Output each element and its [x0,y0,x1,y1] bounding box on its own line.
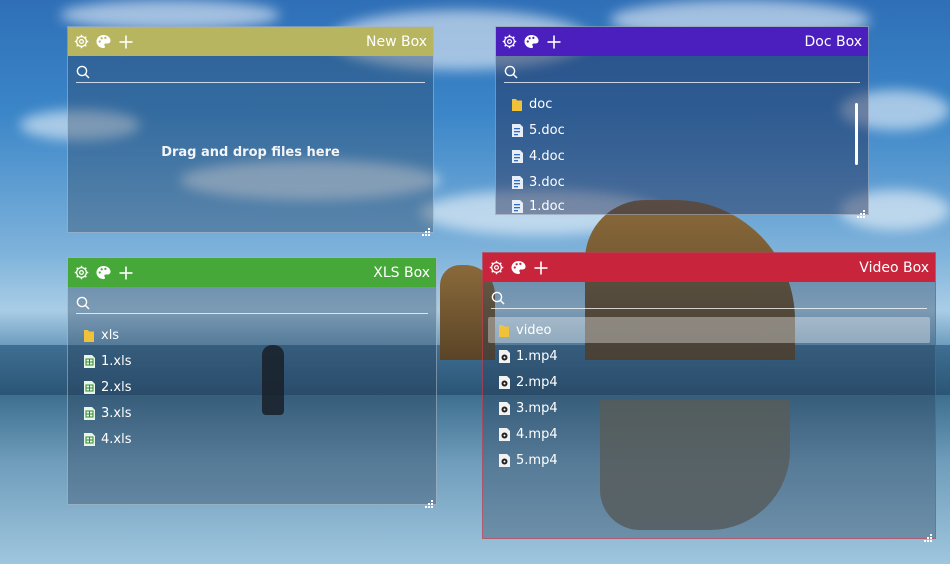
list-item[interactable]: video [488,317,930,343]
xls-file-icon [83,354,95,368]
file-name: 2.xls [101,379,132,395]
file-name: 4.xls [101,431,132,447]
file-name: doc [529,96,553,112]
file-list: xls 1.xls 2.xls 3.xls 4.xls [68,322,436,452]
list-item[interactable]: 1.xls [73,348,431,374]
video-file-icon [498,349,510,363]
list-item[interactable]: xls [73,322,431,348]
file-name: 3.doc [529,174,565,190]
resize-grip-icon[interactable] [422,221,430,236]
video-box-titlebar[interactable]: Video Box [483,253,935,282]
empty-drop-hint: Drag and drop files here [161,145,340,160]
xls-file-icon [83,406,95,420]
file-name: 3.mp4 [516,400,558,416]
file-list: doc 5.doc 4.doc 3.doc 1.doc [496,91,868,217]
doc-box-titlebar[interactable]: Doc Box [496,27,868,56]
video-file-icon [498,375,510,389]
file-name: 5.doc [529,122,565,138]
file-name: 4.mp4 [516,426,558,442]
video-box[interactable]: Video Box video 1.mp4 2.mp4 3.mp4 4.mp4 [482,252,936,542]
video-file-icon [498,427,510,441]
box-title: New Box [365,33,427,50]
list-item[interactable]: 3.mp4 [488,395,930,421]
xls-box-titlebar[interactable]: XLS Box [68,258,436,287]
plus-icon[interactable] [546,34,561,49]
list-item[interactable]: 3.doc [501,169,863,195]
list-item[interactable]: 2.xls [73,374,431,400]
file-name: 2.mp4 [516,374,558,390]
list-item[interactable]: 5.mp4 [488,447,930,473]
file-name: video [516,322,552,338]
list-item[interactable]: 4.xls [73,426,431,452]
file-list: video 1.mp4 2.mp4 3.mp4 4.mp4 5.mp4 [483,317,935,473]
file-name: 1.mp4 [516,348,558,364]
resize-grip-icon[interactable] [857,203,865,218]
folder-icon [83,328,95,342]
doc-file-icon [511,175,523,189]
gear-icon[interactable] [502,34,517,49]
list-item[interactable]: 1.doc [501,195,863,217]
list-item[interactable]: 1.mp4 [488,343,930,369]
doc-file-icon [511,123,523,137]
box-title: Video Box [859,259,929,276]
palette-icon[interactable] [96,265,111,280]
palette-icon[interactable] [511,260,526,275]
file-name: 5.mp4 [516,452,558,468]
box-title: Doc Box [804,33,862,50]
new-box[interactable]: New Box Drag and drop files here [67,26,434,236]
gear-icon[interactable] [489,260,504,275]
gear-icon[interactable] [74,34,89,49]
plus-icon[interactable] [533,260,548,275]
search-icon [491,291,505,305]
file-name: xls [101,327,120,343]
file-name: 3.xls [101,405,132,421]
list-item[interactable]: 4.mp4 [488,421,930,447]
xls-box[interactable]: XLS Box xls 1.xls 2.xls 3.xls 4.xls [67,257,437,508]
folder-icon [498,323,510,337]
folder-icon [511,97,523,111]
list-item[interactable]: doc [501,91,863,117]
search-icon [76,65,90,79]
list-item[interactable]: 5.doc [501,117,863,143]
video-file-icon [498,401,510,415]
list-item[interactable]: 4.doc [501,143,863,169]
palette-icon[interactable] [96,34,111,49]
search-icon [76,296,90,310]
file-name: 4.doc [529,148,565,164]
gear-icon[interactable] [74,265,89,280]
doc-file-icon [511,199,523,213]
doc-file-icon [511,149,523,163]
new-box-titlebar[interactable]: New Box [68,27,433,56]
file-name: 1.doc [529,198,565,214]
video-file-icon [498,453,510,467]
scrollbar[interactable] [855,103,858,165]
search-input[interactable] [491,288,927,309]
xls-file-icon [83,432,95,446]
palette-icon[interactable] [524,34,539,49]
plus-icon[interactable] [118,34,133,49]
search-input[interactable] [76,293,428,314]
box-title: XLS Box [373,264,430,281]
resize-grip-icon[interactable] [924,527,932,542]
search-input[interactable] [504,62,860,83]
resize-grip-icon[interactable] [425,493,433,508]
plus-icon[interactable] [118,265,133,280]
list-item[interactable]: 2.mp4 [488,369,930,395]
search-input[interactable] [76,62,425,83]
list-item[interactable]: 3.xls [73,400,431,426]
file-name: 1.xls [101,353,132,369]
search-icon [504,65,518,79]
xls-file-icon [83,380,95,394]
doc-box[interactable]: Doc Box doc 5.doc 4.doc 3.doc 1.doc [495,26,869,218]
